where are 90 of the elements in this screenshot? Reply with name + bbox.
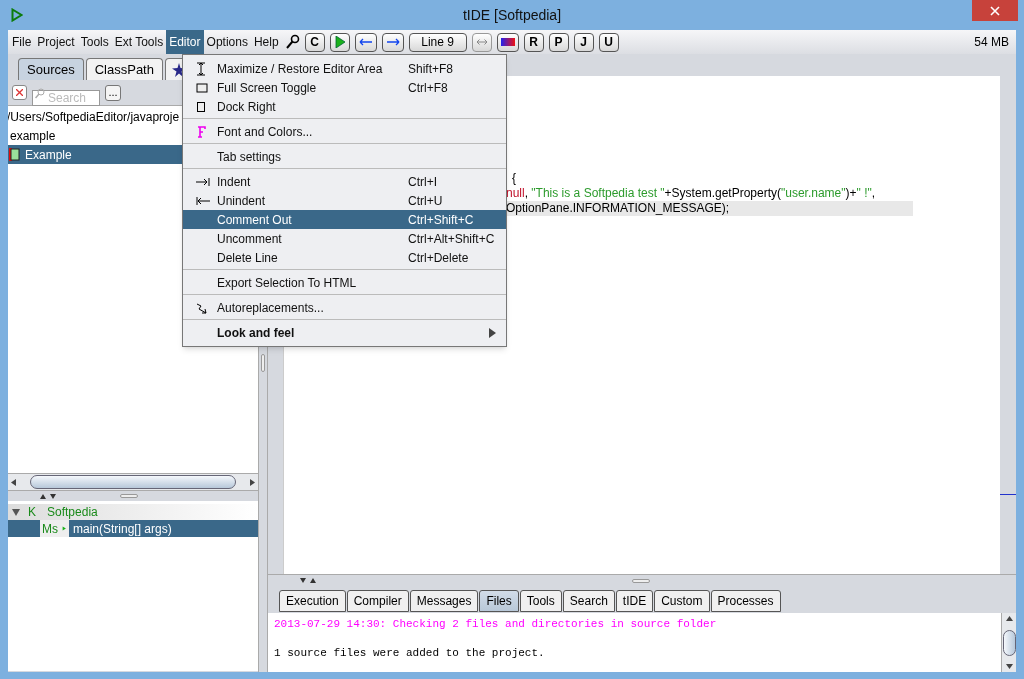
play-icon xyxy=(11,8,23,22)
down-arrow-icon xyxy=(1005,664,1013,669)
output-line: 1 source files were added to the project. xyxy=(274,647,545,659)
output-tab[interactable]: Compiler xyxy=(346,590,409,612)
gradient-icon xyxy=(500,38,515,46)
panel-icon xyxy=(196,100,206,113)
panel-tab[interactable]: Sources xyxy=(18,58,84,80)
clear-button[interactable] xyxy=(12,85,27,100)
toolbar-button[interactable]: P xyxy=(548,32,569,52)
toolbar-button[interactable]: C xyxy=(304,32,325,52)
left-arrow-icon xyxy=(11,478,16,486)
color-button[interactable] xyxy=(496,32,519,52)
vertical-scrollbar[interactable] xyxy=(1001,613,1016,672)
menu-item[interactable]: Help xyxy=(250,30,282,54)
menu-item-label: Dock Right xyxy=(217,98,277,116)
menu-item[interactable]: Options xyxy=(203,30,251,54)
menu-item[interactable]: Tools xyxy=(77,30,112,54)
shortcut-label: Shift+F8 xyxy=(408,60,454,78)
right-arrow-icon xyxy=(385,38,400,46)
double-arrow-icon xyxy=(475,38,488,46)
splitter-handle[interactable] xyxy=(261,354,265,372)
shortcut-label: Ctrl+Shift+C xyxy=(408,211,474,229)
method-type-label: Ms xyxy=(40,520,58,537)
play-icon xyxy=(334,36,345,48)
forward-button[interactable] xyxy=(381,32,404,52)
left-arrow-icon xyxy=(358,38,373,46)
menu-item[interactable]: Ext Tools xyxy=(111,30,167,54)
output-tab[interactable]: Custom xyxy=(654,590,710,612)
up-arrow-icon xyxy=(1005,616,1013,621)
line-button[interactable]: Line 9 xyxy=(408,32,467,52)
font-icon xyxy=(196,125,206,138)
horizontal-scrollbar[interactable] xyxy=(8,473,258,491)
search-icon[interactable] xyxy=(285,34,300,50)
menu-item[interactable]: Project xyxy=(34,30,78,54)
more-button[interactable]: ... xyxy=(105,84,121,101)
class-label: Softpedia xyxy=(47,504,98,521)
close-button[interactable] xyxy=(972,0,1018,21)
menu-item-label: Unindent xyxy=(217,192,267,210)
search-field[interactable]: Search xyxy=(32,89,100,106)
menu-item-label: Uncomment xyxy=(217,230,283,248)
zigzag-arrow-icon xyxy=(196,301,208,314)
menu-item-label: Maximize / Restore Editor Area xyxy=(217,60,384,78)
code-line: null, "This is a Softpedia test "+System.getProperty("user.name")+" !", xyxy=(506,186,877,201)
splitter-handle[interactable] xyxy=(632,578,650,583)
indent-icon xyxy=(196,176,210,187)
output-tab[interactable]: Files xyxy=(479,590,519,612)
shortcut-label: Ctrl+Alt+Shift+C xyxy=(408,230,495,248)
play-icon xyxy=(58,520,69,537)
class-type-label: K xyxy=(28,504,36,521)
search-icon xyxy=(35,87,45,99)
run-button[interactable] xyxy=(329,32,350,52)
java-file-icon xyxy=(9,148,20,161)
window-title: tIDE [Softpedia] xyxy=(462,5,562,25)
vertical-resize-icon xyxy=(196,61,206,76)
menu-item[interactable]: File xyxy=(9,30,35,54)
toolbar-button[interactable]: U xyxy=(598,32,619,52)
outline-item[interactable]: Ms main(String[] args) xyxy=(8,520,258,537)
menu-item[interactable]: Maximize / Restore Editor Area Shift+F8 xyxy=(183,59,506,78)
back-button[interactable] xyxy=(354,32,377,52)
menu-item-label: Indent xyxy=(217,173,252,191)
collapse-triangle-icon[interactable] xyxy=(12,508,20,516)
panel-tab[interactable]: ClassPath xyxy=(85,58,163,80)
shortcut-label: Ctrl+Delete xyxy=(408,249,469,267)
shortcut-label: Ctrl+I xyxy=(408,173,437,191)
output-tab[interactable]: Messages xyxy=(409,590,479,612)
unindent-icon xyxy=(196,195,210,206)
window-icon xyxy=(196,82,208,93)
split-arrows-icon xyxy=(40,493,58,499)
shortcut-label: Ctrl+F8 xyxy=(408,79,448,97)
output-tab[interactable]: Execution xyxy=(279,590,346,612)
close-icon xyxy=(990,5,1000,16)
toolbar-button[interactable]: J xyxy=(573,32,594,52)
output-line: 2013-07-29 14:30: Checking 2 files and directories in source folder xyxy=(274,618,717,630)
menu-item[interactable]: Editor xyxy=(166,30,204,54)
output-tab[interactable]: tIDE xyxy=(615,590,654,612)
output-tab[interactable]: Processes xyxy=(710,590,781,612)
method-label: main(String[] args) xyxy=(73,520,172,538)
marker-line xyxy=(1000,494,1016,495)
splitter-handle[interactable] xyxy=(120,494,138,498)
memory-label: 54 MB xyxy=(974,34,1009,51)
code-line: { xyxy=(512,171,516,186)
split-arrows-icon xyxy=(300,578,318,583)
menu-item[interactable]: Comment Out Ctrl+Shift+C xyxy=(183,210,506,229)
toolbar-button[interactable]: R xyxy=(523,32,544,52)
shortcut-label: Ctrl+U xyxy=(408,192,443,210)
menu-item-label: Delete Line xyxy=(217,249,279,267)
output-tab[interactable]: Search xyxy=(562,590,615,612)
right-arrow-icon xyxy=(250,478,255,486)
close-icon xyxy=(16,89,23,96)
output-tab[interactable]: Tools xyxy=(519,590,562,612)
